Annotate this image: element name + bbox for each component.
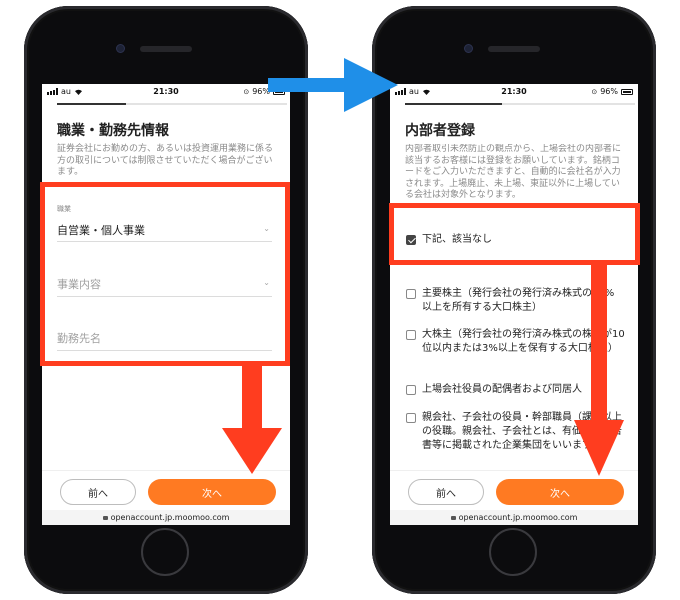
red-arrow-shaft-right [591,263,607,423]
red-arrow-head-left [222,428,282,474]
red-arrow-shaft-left [242,364,262,432]
red-arrow-head-right [574,420,624,476]
blue-arrow-shaft [268,78,348,92]
annotation-arrows [222,58,624,476]
blue-arrow-head [344,58,398,112]
